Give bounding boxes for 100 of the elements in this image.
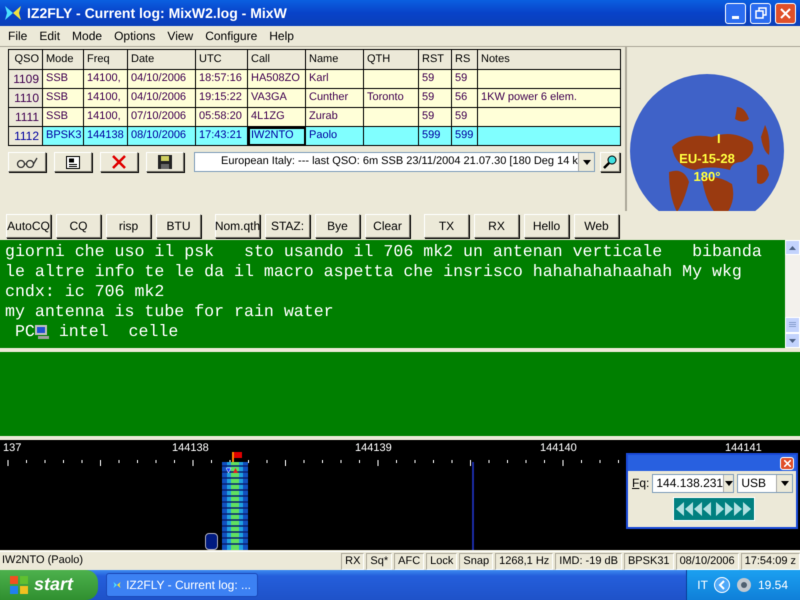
table-cell: 19:15:22 (199, 91, 242, 104)
table-cell: 4L1ZG (251, 110, 285, 122)
close-icon (780, 8, 791, 18)
macro-button[interactable]: RX (474, 214, 519, 238)
column-header[interactable]: Mode (42, 50, 84, 70)
chevron-icon[interactable] (714, 577, 730, 593)
table-cell: 599 (422, 129, 440, 142)
macro-button[interactable]: BTU (156, 214, 201, 238)
status-cell: Lock (426, 552, 458, 570)
glasses-button[interactable] (8, 152, 46, 172)
menu-item[interactable]: Edit (33, 28, 66, 44)
macro-button[interactable]: risp (106, 214, 151, 238)
clock: 19.54 (758, 578, 788, 592)
macro-button[interactable]: Clear (365, 214, 410, 238)
down-arrow-icon (789, 338, 796, 342)
save-button[interactable] (146, 152, 184, 172)
column-header[interactable]: Notes (478, 50, 620, 70)
computer-icon (34, 325, 49, 339)
mode-combo[interactable]: USB (737, 474, 794, 493)
table-cell: 59 (455, 110, 468, 122)
table-cell: Zurab (309, 110, 338, 122)
up-arrow-icon (789, 246, 796, 250)
status-cell: Snap (459, 552, 494, 570)
received-text-line: giorni che uso il psk sto usando il 706 mk2 un antenan verticale bibanda (5, 242, 762, 262)
menu-item[interactable]: Help (263, 28, 300, 44)
macro-button[interactable]: TX (424, 214, 469, 238)
table-cell: 04/10/2006 (131, 91, 186, 104)
menu-item[interactable]: Configure (199, 28, 264, 44)
table-cell: VA3GA (251, 91, 287, 104)
column-header[interactable]: RS (452, 50, 478, 70)
status-cell: BPSK31 (624, 552, 674, 570)
restore-button[interactable] (750, 2, 771, 24)
close-button[interactable] (780, 456, 794, 470)
menu-item[interactable]: Options (108, 28, 162, 44)
status-text: IW2NTO (Paolo) (1, 554, 84, 568)
search-icon (603, 155, 617, 169)
menu-item[interactable]: File (2, 28, 34, 44)
column-header[interactable]: Call (248, 50, 306, 70)
table-cell: 04/10/2006 (131, 72, 186, 84)
received-text-line: cndx: ic 706 mk2 (5, 282, 164, 302)
status-cell: RX (341, 552, 364, 570)
restore-icon (754, 7, 766, 19)
macro-button[interactable]: Hello (524, 214, 569, 238)
scroll-thumb[interactable] (785, 317, 800, 333)
minimize-button[interactable] (725, 2, 746, 24)
card-button[interactable] (54, 152, 92, 172)
table-cell: 144138 (87, 129, 124, 142)
column-header[interactable]: QTH (364, 50, 418, 70)
macro-button[interactable]: STAZ: (265, 214, 310, 238)
info-combo[interactable]: European Italy: --- last QSO: 6m SSB 23/11/2004 21.07.30 [180 Deg 14 k (194, 152, 595, 172)
scroll-up-button[interactable] (785, 240, 800, 255)
column-header[interactable]: Date (128, 50, 196, 70)
dropdown-arrow-icon (582, 160, 590, 164)
table-cell: 59 (422, 110, 434, 122)
menu-item[interactable]: View (161, 28, 200, 44)
table-cell: Karl (309, 72, 329, 84)
menu-item[interactable]: Mode (66, 28, 108, 44)
field-label: Fq: (632, 476, 650, 491)
column-header[interactable]: QSO (8, 50, 42, 70)
close-button[interactable] (775, 2, 796, 24)
globe-label: I (717, 131, 721, 147)
status-cell: 17:54:09 z (740, 552, 800, 570)
scale-label: 144141 (725, 442, 762, 456)
received-text-line: my antenna is tube for rain water (5, 302, 334, 322)
table-cell: 14100, (87, 110, 121, 122)
column-header[interactable]: RST (418, 50, 452, 70)
table-cell: Cunther (309, 91, 348, 104)
table-cell: SSB (46, 91, 68, 104)
table-cell: BPSK3 (46, 129, 82, 142)
macro-button[interactable]: AutoCQ (6, 214, 51, 238)
tuning-marker-icon (226, 467, 238, 475)
floppy-icon (158, 155, 172, 169)
scroll-down-button[interactable] (785, 333, 800, 348)
table-cell: 17:43:21 (199, 129, 242, 142)
tuning-arrows-icon (676, 502, 752, 516)
dropdown-arrow-icon (724, 481, 733, 486)
status-cell: Sq* (366, 552, 392, 570)
marker-handle[interactable] (205, 533, 218, 550)
flag-icon (232, 452, 242, 462)
table-cell: Paolo (309, 129, 338, 142)
macro-button[interactable]: Bye (315, 214, 360, 238)
search-button[interactable] (600, 152, 620, 172)
column-header[interactable]: Name (306, 50, 364, 70)
glasses-icon (16, 156, 38, 168)
macro-button[interactable]: CQ (56, 214, 101, 238)
table-cell: IW2NTO (251, 129, 294, 142)
frequency-combo[interactable]: 144.138.231 (652, 474, 734, 493)
macro-button[interactable]: Web (574, 214, 619, 238)
table-cell: SSB (46, 72, 68, 84)
tuning-button[interactable] (673, 497, 755, 521)
column-header[interactable]: UTC (196, 50, 248, 70)
scrollbar[interactable] (785, 240, 800, 348)
received-text: PC (14, 322, 35, 342)
speaker-icon[interactable] (736, 577, 752, 593)
macro-button[interactable]: Nom.qth (215, 214, 260, 238)
minimize-icon (732, 16, 739, 18)
column-header[interactable]: Freq (84, 50, 128, 70)
taskbar-button[interactable]: IZ2FLY - Current log: ... (106, 573, 258, 597)
delete-button[interactable] (100, 152, 138, 172)
table-cell: 14100, (87, 72, 121, 84)
